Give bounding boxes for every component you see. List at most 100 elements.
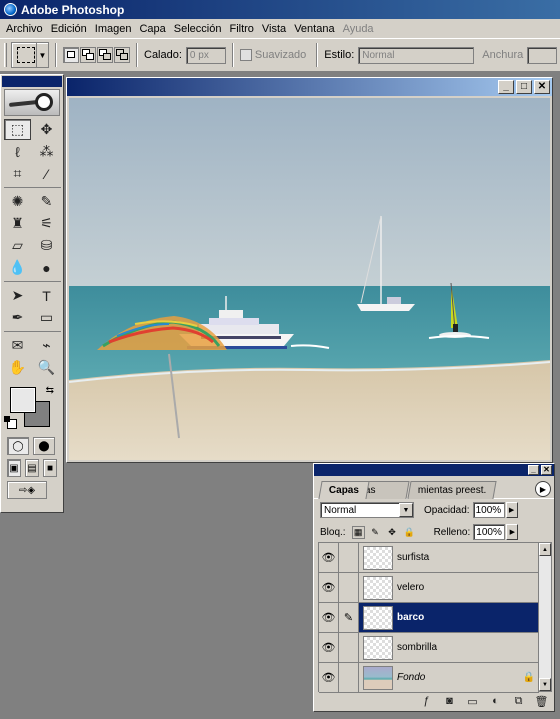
visibility-eye-icon[interactable]: 👁 bbox=[319, 633, 339, 662]
tab-herramientas-preest[interactable]: mientas preest. bbox=[407, 481, 497, 499]
history-brush-icon[interactable]: ⚟ bbox=[33, 213, 60, 234]
default-colors-icon[interactable] bbox=[4, 416, 17, 429]
close-icon[interactable]: ✕ bbox=[534, 80, 550, 94]
menu-imagen[interactable]: Imagen bbox=[91, 23, 136, 35]
slice-icon[interactable]: ⁄ bbox=[33, 163, 60, 184]
toolbox-divider bbox=[4, 329, 61, 332]
menu-ventana[interactable]: Ventana bbox=[290, 23, 338, 35]
layer-link-cell[interactable] bbox=[339, 633, 359, 662]
blend-mode-select[interactable]: Normal ▼ bbox=[320, 502, 414, 518]
scroll-up-icon[interactable]: ▲ bbox=[539, 543, 551, 556]
move-icon[interactable]: ✥ bbox=[33, 119, 60, 140]
menu-vista[interactable]: Vista bbox=[258, 23, 290, 35]
close-icon[interactable]: ✕ bbox=[541, 465, 552, 475]
quick-mask-mode-button[interactable]: ⬤ bbox=[33, 437, 55, 455]
healing-brush-icon[interactable]: ✺ bbox=[4, 191, 31, 212]
layers-scrollbar[interactable]: ▲ ▼ bbox=[538, 542, 552, 692]
layer-row-barco[interactable]: 👁 ✎ barco bbox=[319, 603, 539, 633]
rectangle-shape-icon[interactable]: ▭ bbox=[33, 307, 60, 328]
document-title-bar[interactable]: _ □ ✕ bbox=[67, 78, 552, 96]
lock-all-icon[interactable]: 🔒 bbox=[403, 526, 416, 539]
fill-slider-arrow-icon[interactable]: ▶ bbox=[506, 524, 519, 540]
menu-seleccion[interactable]: Selección bbox=[170, 23, 226, 35]
lock-position-icon[interactable]: ✥ bbox=[386, 526, 399, 539]
lock-transparency-icon[interactable]: ▦ bbox=[351, 525, 365, 539]
menu-archivo[interactable]: Archivo bbox=[2, 23, 47, 35]
tab-capas[interactable]: Capas bbox=[318, 481, 370, 499]
paint-bucket-icon[interactable]: ⛁ bbox=[33, 235, 60, 256]
zoom-icon[interactable]: 🔍 bbox=[33, 357, 60, 378]
swap-colors-icon[interactable]: ⇆ bbox=[46, 385, 54, 396]
trash-icon[interactable]: 🗑 bbox=[533, 693, 550, 709]
path-selection-icon[interactable]: ➤ bbox=[4, 285, 31, 306]
new-layer-icon[interactable]: ⧉ bbox=[510, 693, 527, 709]
lasso-icon[interactable]: ℓ bbox=[4, 141, 31, 162]
hand-icon[interactable]: ✋ bbox=[4, 357, 31, 378]
layer-style-icon[interactable]: ƒ bbox=[418, 693, 435, 709]
dodge-icon[interactable]: ● bbox=[33, 257, 60, 278]
add-to-selection-button[interactable] bbox=[80, 47, 96, 63]
scroll-down-icon[interactable]: ▼ bbox=[539, 678, 551, 691]
minimize-icon[interactable]: _ bbox=[498, 80, 514, 94]
adjustment-layer-icon[interactable]: ◐ bbox=[487, 693, 504, 709]
feather-field[interactable]: 0 px bbox=[185, 46, 226, 64]
full-screen-mode-button[interactable]: ■ bbox=[43, 459, 57, 477]
crop-icon[interactable]: ⌗ bbox=[4, 163, 31, 184]
palette-title-bar[interactable]: _ ✕ bbox=[314, 464, 554, 476]
layer-link-cell[interactable] bbox=[339, 543, 359, 572]
menu-ayuda[interactable]: Ayuda bbox=[339, 23, 378, 35]
brush-icon[interactable]: ✎ bbox=[33, 191, 60, 212]
toolbox-title-bar[interactable] bbox=[2, 76, 62, 87]
eraser-icon[interactable]: ▱ bbox=[4, 235, 31, 256]
photoshop-logo[interactable] bbox=[4, 89, 60, 116]
subtract-from-selection-button[interactable] bbox=[97, 47, 113, 63]
paintbrush-icon[interactable]: ✎ bbox=[339, 603, 359, 632]
options-bar-grip[interactable] bbox=[4, 43, 7, 67]
minimize-icon[interactable]: _ bbox=[528, 465, 539, 475]
document-canvas[interactable] bbox=[69, 98, 550, 460]
maximize-icon[interactable]: □ bbox=[516, 80, 532, 94]
menu-capa[interactable]: Capa bbox=[135, 23, 169, 35]
opacity-field[interactable]: 100% bbox=[472, 502, 505, 518]
magic-wand-icon[interactable]: ⁂ bbox=[33, 141, 60, 162]
layer-link-cell[interactable] bbox=[339, 573, 359, 602]
standard-screen-mode-button[interactable]: ▣ bbox=[7, 459, 21, 477]
type-icon[interactable]: T bbox=[33, 285, 60, 306]
width-field[interactable] bbox=[527, 46, 558, 64]
menu-filtro[interactable]: Filtro bbox=[225, 23, 257, 35]
opacity-slider-arrow-icon[interactable]: ▶ bbox=[505, 502, 518, 518]
eyedropper-icon[interactable]: ⌁ bbox=[33, 335, 60, 356]
layer-row-fondo[interactable]: 👁 Fondo 🔒 bbox=[319, 663, 539, 693]
visibility-eye-icon[interactable]: 👁 bbox=[319, 573, 339, 602]
layer-row-surfista[interactable]: 👁 surfista bbox=[319, 543, 539, 573]
standard-mode-button[interactable]: ◯ bbox=[7, 437, 29, 455]
tool-preset-picker[interactable]: ▼ bbox=[11, 42, 49, 68]
visibility-eye-icon[interactable]: 👁 bbox=[319, 663, 339, 692]
clone-stamp-icon[interactable]: ♜ bbox=[4, 213, 31, 234]
visibility-eye-icon[interactable]: 👁 bbox=[319, 543, 339, 572]
toolbox-divider bbox=[4, 185, 61, 188]
lock-pixels-icon[interactable]: ✎ bbox=[369, 526, 382, 539]
full-screen-menu-mode-button[interactable]: ▤ bbox=[25, 459, 39, 477]
color-swatches: ⇆ bbox=[4, 383, 60, 431]
jump-to-imageready-button[interactable]: ⇨◈ bbox=[7, 481, 47, 499]
layer-row-sombrilla[interactable]: 👁 sombrilla bbox=[319, 633, 539, 663]
toolbox: ⬚ ✥ ℓ ⁂ ⌗ ⁄ ✺ ✎ ♜ ⚟ ▱ ⛁ 💧 ● ➤ T ✒ ▭ ✉ ⌁ ✋ 🔍 ⇆ ◯ ⬤ ▣ ▤ ■ ⇨◈ bbox=[0, 74, 64, 513]
fill-field[interactable]: 100% bbox=[473, 524, 506, 540]
anti-alias-checkbox[interactable] bbox=[239, 49, 252, 61]
palette-menu-icon[interactable]: ▶ bbox=[535, 481, 551, 497]
foreground-color-swatch[interactable] bbox=[10, 387, 36, 413]
layer-link-cell[interactable] bbox=[339, 663, 359, 692]
new-set-icon[interactable]: ▭ bbox=[464, 693, 481, 709]
menu-edicion[interactable]: Edición bbox=[47, 23, 91, 35]
style-select[interactable]: Normal bbox=[358, 46, 475, 64]
rectangular-marquee-icon[interactable]: ⬚ bbox=[4, 119, 31, 140]
add-mask-icon[interactable]: ◙ bbox=[441, 693, 458, 709]
blur-icon[interactable]: 💧 bbox=[4, 257, 31, 278]
visibility-eye-icon[interactable]: 👁 bbox=[319, 603, 339, 632]
new-selection-button[interactable] bbox=[63, 47, 79, 63]
intersect-selection-button[interactable] bbox=[114, 47, 130, 63]
pen-icon[interactable]: ✒ bbox=[4, 307, 31, 328]
notes-icon[interactable]: ✉ bbox=[4, 335, 31, 356]
layer-row-velero[interactable]: 👁 velero bbox=[319, 573, 539, 603]
